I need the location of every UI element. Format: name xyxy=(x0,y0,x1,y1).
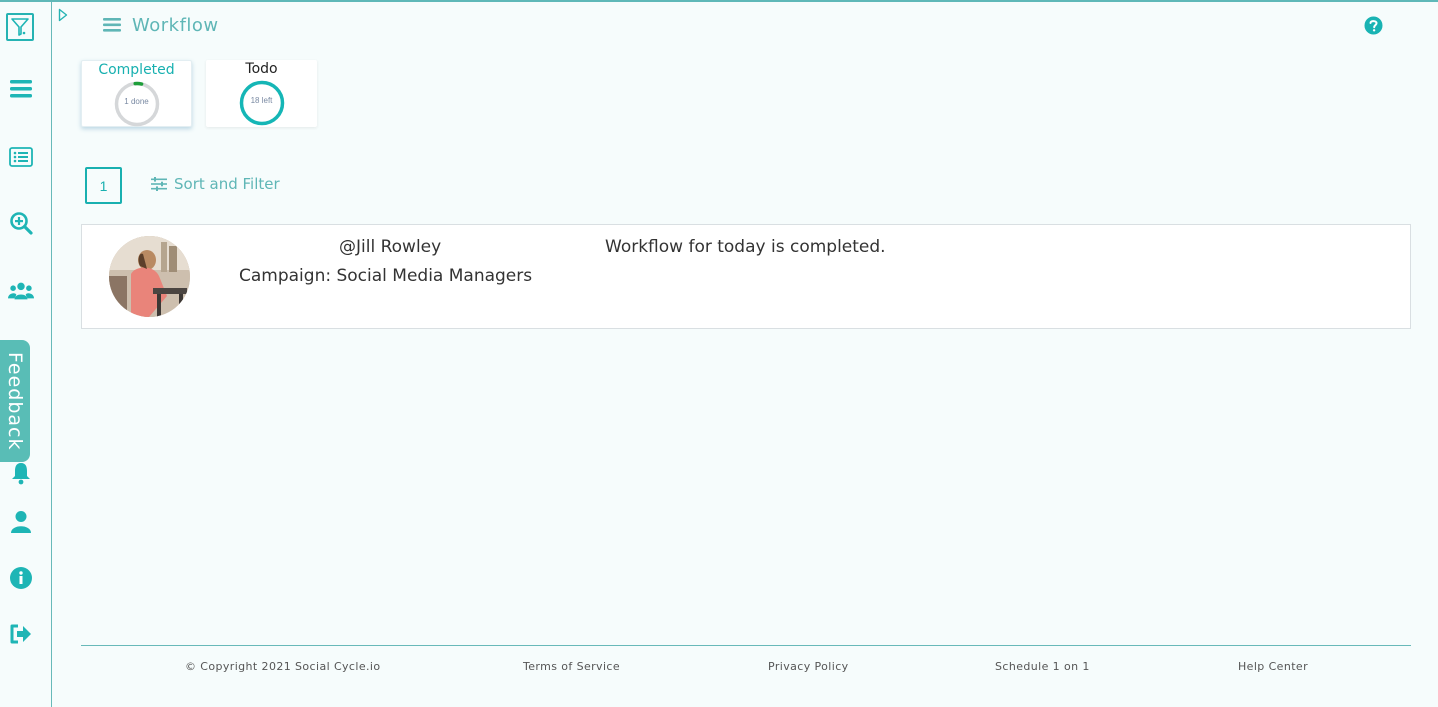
workflow-item-card[interactable]: @Jill Rowley Campaign: Social Media Mana… xyxy=(81,224,1411,329)
filter-logo-icon[interactable] xyxy=(6,13,34,41)
sort-filter-label: Sort and Filter xyxy=(174,175,280,193)
help-icon[interactable] xyxy=(1364,16,1383,40)
info-icon[interactable] xyxy=(8,565,34,591)
page-title: Workflow xyxy=(132,15,219,36)
todo-label: Todo xyxy=(245,61,278,77)
completed-label: Completed xyxy=(98,62,175,78)
item-handle[interactable]: @Jill Rowley xyxy=(339,237,441,257)
item-campaign: Campaign: Social Media Managers xyxy=(239,266,533,286)
top-border xyxy=(0,0,1438,2)
item-status: Workflow for today is completed. xyxy=(605,237,886,257)
footer-help-link[interactable]: Help Center xyxy=(1238,660,1308,673)
list-icon[interactable] xyxy=(8,144,34,170)
collapse-arrow-icon[interactable] xyxy=(58,8,68,27)
menu-icon[interactable] xyxy=(8,76,34,102)
feedback-label: Feedback xyxy=(4,351,26,451)
completed-value: 1 done xyxy=(124,97,149,106)
sort-filter-button[interactable]: Sort and Filter xyxy=(151,175,280,193)
header-menu-icon[interactable] xyxy=(103,17,121,38)
footer-divider xyxy=(81,645,1411,646)
avatar[interactable] xyxy=(109,236,190,317)
todo-value: 18 left xyxy=(250,96,273,105)
todo-stat-card[interactable]: Todo 18 left xyxy=(206,60,317,127)
footer-terms-link[interactable]: Terms of Service xyxy=(523,660,620,673)
footer-copyright: © Copyright 2021 Social Cycle.io xyxy=(185,660,381,673)
search-zoom-icon[interactable] xyxy=(8,210,34,236)
logout-icon[interactable] xyxy=(8,621,34,647)
footer-schedule-link[interactable]: Schedule 1 on 1 xyxy=(995,660,1090,673)
page-number-button[interactable]: 1 xyxy=(85,167,122,204)
users-icon[interactable] xyxy=(8,278,34,304)
todo-progress-ring: 18 left xyxy=(239,80,285,126)
completed-stat-card[interactable]: Completed 1 done xyxy=(81,60,192,127)
sliders-icon xyxy=(151,177,167,191)
sidebar: Feedback xyxy=(0,2,52,707)
footer-privacy-link[interactable]: Privacy Policy xyxy=(768,660,849,673)
feedback-tab[interactable]: Feedback xyxy=(0,340,30,462)
user-icon[interactable] xyxy=(8,509,34,535)
completed-progress-ring: 1 done xyxy=(114,81,160,127)
bell-icon[interactable] xyxy=(8,460,34,486)
